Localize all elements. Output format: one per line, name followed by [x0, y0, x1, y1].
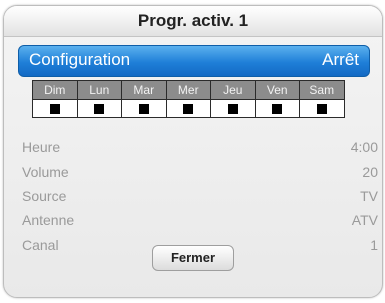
day-checkbox-dim[interactable] [32, 99, 78, 118]
day-header-lun: Lun [76, 80, 122, 100]
day-header-mer: Mer [165, 80, 211, 100]
info-label: Antenne [22, 212, 75, 228]
day-checkbox-ven[interactable] [254, 99, 300, 118]
checkbox-mark-icon [272, 103, 283, 114]
day-checkbox-sam[interactable] [299, 99, 345, 118]
day-selector: Dim Lun Mar Mer Jeu Ven Sam [32, 80, 359, 118]
info-label: Volume [22, 164, 69, 180]
configuration-row[interactable]: Configuration Arrêt [18, 45, 370, 77]
info-value: 1 [370, 237, 378, 253]
checkbox-mark-icon [49, 103, 60, 114]
checkbox-mark-icon [138, 103, 149, 114]
day-checkbox-lun[interactable] [76, 99, 122, 118]
day-header-jeu: Jeu [210, 80, 256, 100]
day-checkbox-mar[interactable] [121, 99, 167, 118]
info-value: 4:00 [350, 139, 378, 155]
info-label: Canal [22, 237, 59, 253]
day-header-sam: Sam [299, 80, 345, 100]
info-label: Source [22, 188, 67, 204]
info-value: TV [360, 188, 378, 204]
checkbox-mark-icon [227, 103, 238, 114]
day-checkbox-mer[interactable] [165, 99, 211, 118]
day-checkbox-row [32, 99, 359, 118]
info-value: ATV [351, 212, 378, 228]
day-checkbox-jeu[interactable] [210, 99, 256, 118]
day-header-row: Dim Lun Mar Mer Jeu Ven Sam [32, 80, 359, 100]
title-bar: Progr. activ. 1 [4, 6, 382, 37]
dialog-title: Progr. activ. 1 [137, 11, 249, 30]
configuration-value: Arrêt [322, 50, 359, 69]
configuration-label: Configuration [29, 50, 131, 69]
info-label: Heure [22, 139, 61, 155]
day-header-dim: Dim [32, 80, 78, 100]
checkbox-mark-icon [94, 103, 105, 114]
day-header-ven: Ven [254, 80, 300, 100]
info-value: 20 [362, 164, 378, 180]
day-header-mar: Mar [121, 80, 167, 100]
checkbox-mark-icon [183, 103, 194, 114]
checkbox-mark-icon [316, 103, 327, 114]
timer-dialog: Progr. activ. 1 Configuration Arrêt Dim … [3, 5, 383, 298]
close-button[interactable]: Fermer [152, 245, 234, 271]
